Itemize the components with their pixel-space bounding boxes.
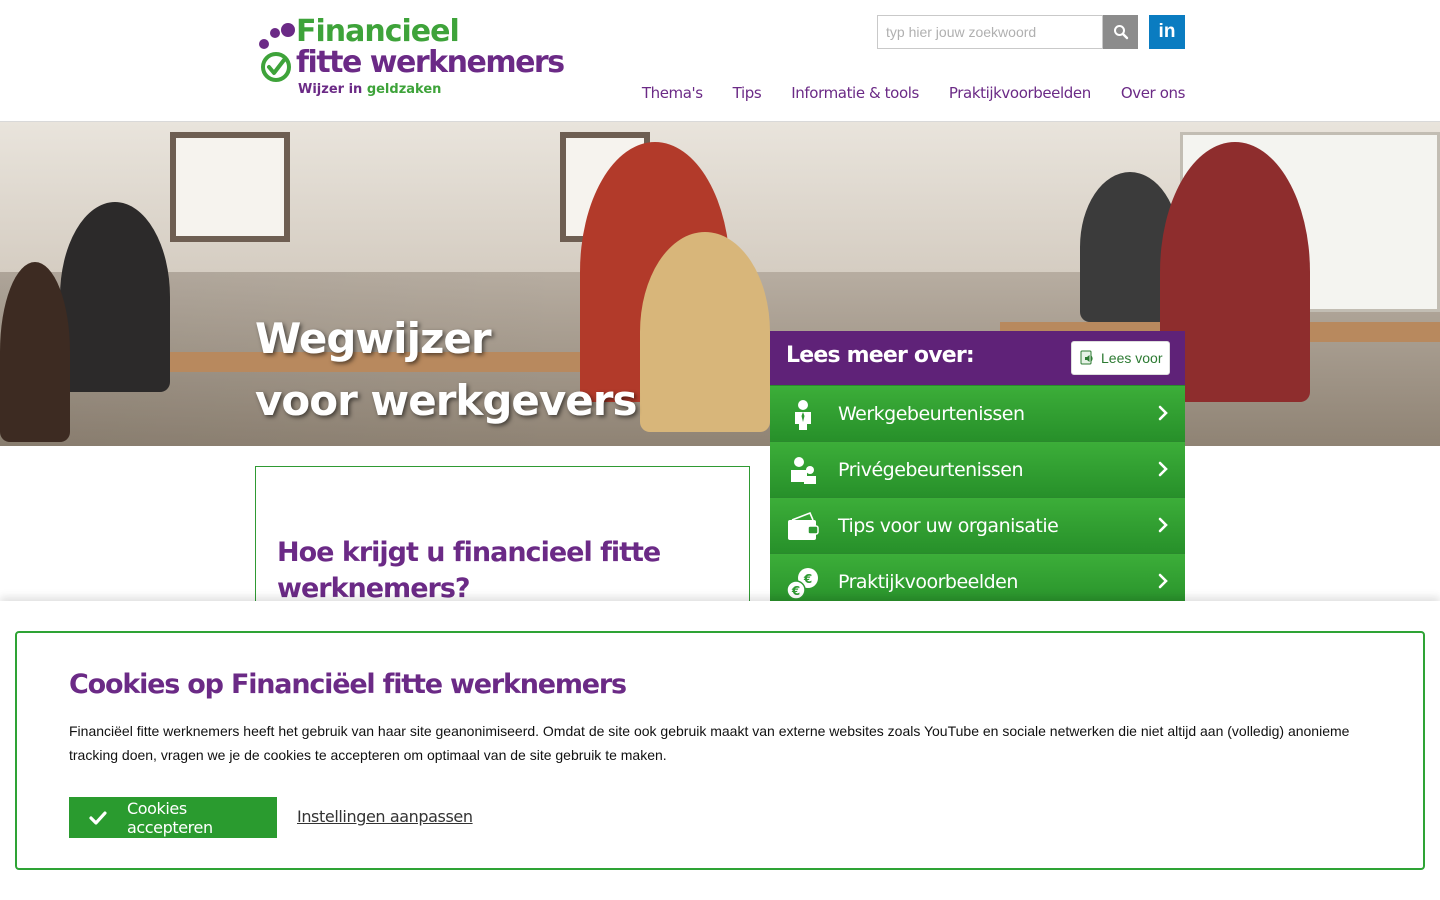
hero-title-line2: voor werkgevers <box>255 376 637 425</box>
search-button[interactable] <box>1103 15 1138 49</box>
search-input[interactable] <box>877 15 1103 49</box>
logo-check-icon <box>261 52 291 82</box>
read-aloud-label: Lees voor <box>1101 350 1163 366</box>
employee-icon <box>795 400 811 430</box>
nav-item-praktijkvoorbeelden[interactable]: Praktijkvoorbeelden <box>949 84 1091 102</box>
accept-cookies-button[interactable]: Cookies accepteren <box>69 797 277 838</box>
chevron-right-icon <box>1158 405 1168 421</box>
nav-item-informatie-tools[interactable]: Informatie & tools <box>791 84 919 102</box>
panel-item-label: Praktijkvoorbeelden <box>838 570 1018 593</box>
linkedin-icon: in <box>1158 21 1176 42</box>
site-header: Financieel fitte werknemers Wijzer in ge… <box>0 0 1440 122</box>
search-icon <box>1113 25 1128 40</box>
speaker-icon <box>1080 350 1093 365</box>
logo-tagline-part2: geldzaken <box>366 82 442 97</box>
logo-tagline-part1: Wijzer in <box>298 82 367 97</box>
panel-title: Lees meer over: <box>786 343 975 368</box>
panel-item-label: Werkgebeurtenissen <box>838 402 1025 425</box>
chevron-right-icon <box>1158 461 1168 477</box>
hero-photo-person <box>640 232 770 432</box>
panel-item-tips-organisatie[interactable]: Tips voor uw organisatie <box>770 497 1185 553</box>
chevron-right-icon <box>1158 573 1168 589</box>
logo-tagline: Wijzer in geldzaken <box>298 82 441 97</box>
hero-photo-person <box>60 202 170 392</box>
cookie-settings-link[interactable]: Instellingen aanpassen <box>297 807 473 826</box>
site-logo[interactable]: Financieel fitte werknemers Wijzer in ge… <box>255 14 565 104</box>
svg-text:€: € <box>791 584 800 598</box>
panel-item-privegebeurtenissen[interactable]: Privégebeurtenissen <box>770 441 1185 497</box>
logo-title-line1: Financieel <box>296 14 460 49</box>
nav-item-tips[interactable]: Tips <box>733 84 762 102</box>
cookie-title: Cookies op Financiëel fitte werknemers <box>69 669 627 700</box>
hero-photo-person <box>0 262 70 442</box>
nav-item-themas[interactable]: Thema's <box>642 84 703 102</box>
read-more-panel: Lees meer over: Lees voor Werkgebeurteni… <box>770 331 1185 609</box>
linkedin-button[interactable]: in <box>1149 15 1185 49</box>
cookie-text: Financiëel fitte werknemers heeft het ge… <box>69 723 1350 763</box>
chevron-right-icon <box>1158 517 1168 533</box>
coins-icon: € € <box>786 568 818 600</box>
main-nav: Thema's Tips Informatie & tools Praktijk… <box>642 84 1186 102</box>
hero-banner: Wegwijzer voor werkgevers <box>0 122 1440 446</box>
check-icon <box>89 810 107 825</box>
hero-title-line1: Wegwijzer <box>255 314 492 363</box>
wallet-icon <box>788 511 819 540</box>
logo-title-line2: fitte werknemers <box>296 45 565 80</box>
panel-item-werkgebeurtenissen[interactable]: Werkgebeurtenissen <box>770 385 1185 441</box>
hero-title: Wegwijzer voor werkgevers <box>255 308 637 432</box>
panel-header: Lees meer over: Lees voor <box>770 331 1185 385</box>
accept-cookies-label: Cookies accepteren <box>126 798 213 837</box>
hero-photo-window <box>170 132 290 242</box>
cookie-banner: Cookies op Financiëel fitte werknemers F… <box>15 631 1425 870</box>
intro-title: Hoe krijgt u financieel fitte werknemers… <box>277 537 661 604</box>
panel-item-label: Tips voor uw organisatie <box>838 514 1059 537</box>
read-aloud-button[interactable]: Lees voor <box>1071 341 1170 375</box>
panel-item-label: Privégebeurtenissen <box>838 458 1024 481</box>
nav-item-over-ons[interactable]: Over ons <box>1121 84 1186 102</box>
svg-text:€: € <box>803 572 812 586</box>
family-icon <box>791 457 816 484</box>
